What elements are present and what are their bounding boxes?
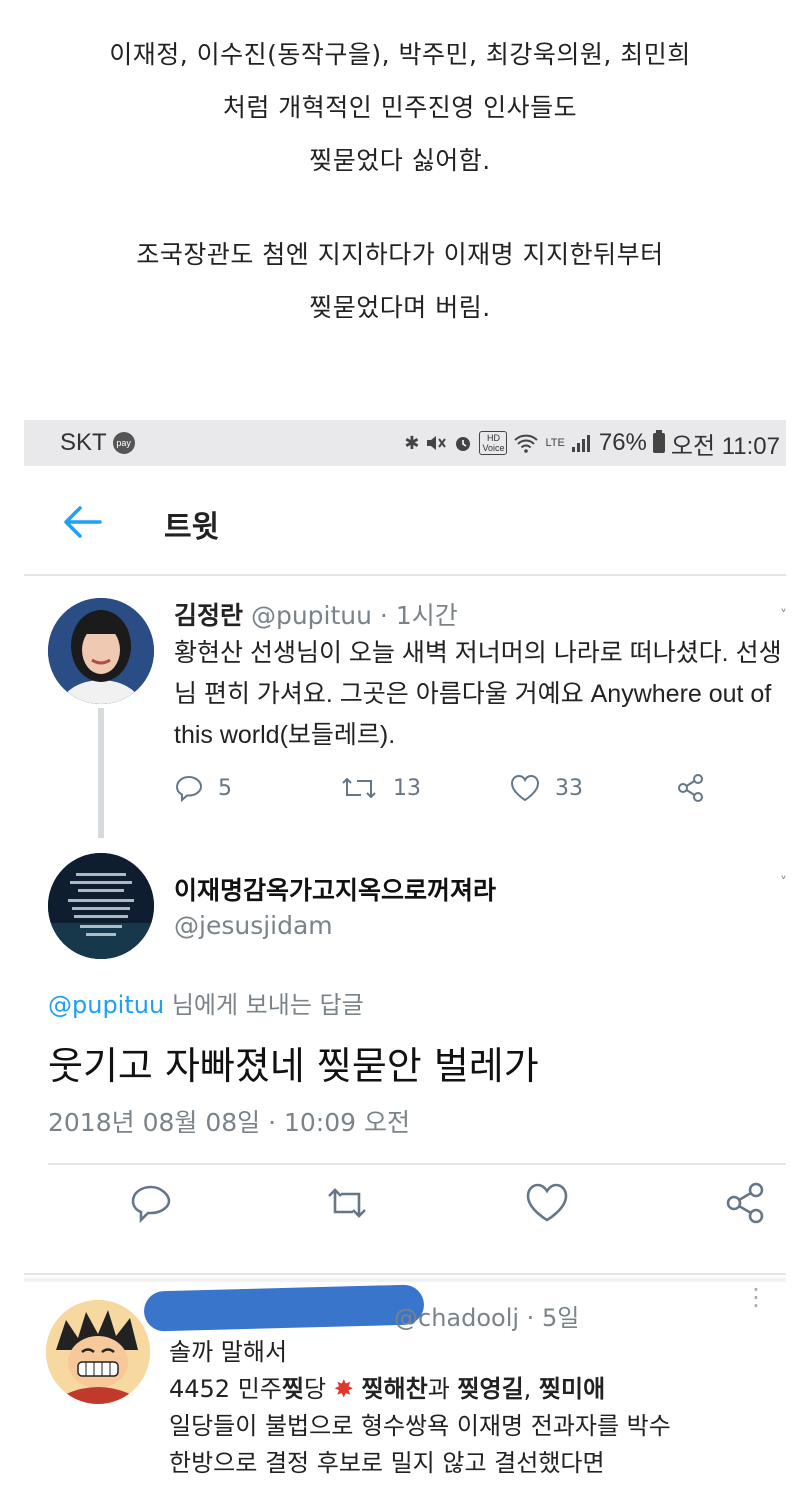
back-arrow-icon[interactable] [60, 502, 104, 542]
reply-suffix: 님에게 보내는 답글 [164, 991, 364, 1019]
tweet-line-2: 4452 민주찢당 ✸ 찢해찬과 찢영길, 찢미애 [169, 1371, 779, 1408]
status-icons: ✱ HD Voice LTE 76% 오전 11:07 [404, 426, 780, 461]
like-count: 33 [555, 775, 583, 801]
like-icon[interactable] [524, 1180, 570, 1226]
redaction-mark [143, 1284, 425, 1332]
line2-a: 4452 민주 [169, 1375, 282, 1403]
line2-g: 찢영길 [457, 1375, 524, 1403]
signal-icon [571, 433, 593, 453]
reply-icon[interactable] [128, 1180, 174, 1226]
battery-percent: 76% [598, 429, 647, 456]
share-icon[interactable] [723, 1180, 769, 1226]
line2-f: 과 [427, 1375, 458, 1403]
author-meta: @chadoolj · 5일 [394, 1304, 580, 1332]
app-header: 트윗 [24, 466, 786, 576]
pay-icon: pay [112, 432, 135, 454]
retweet-button[interactable]: 13 [339, 773, 421, 803]
retweet-icon [342, 777, 376, 799]
caption-line-1: 이재정, 이수진(동작구을), 박주민, 최강욱의원, 최민희 [109, 40, 691, 69]
like-icon [510, 774, 540, 802]
reply-button[interactable]: 5 [174, 773, 232, 803]
caption-line-2: 처럼 개혁적인 민주진영 인사들도 [222, 93, 578, 122]
tweet-line-4: 한방으로 결정 후보로 밀지 않고 결선했다면 [169, 1449, 605, 1477]
caption-line-3: 찢묻었다 싫어함. [309, 146, 491, 175]
line2-h: , [523, 1375, 539, 1403]
replying-to: @pupituu 님에게 보내는 답글 [48, 985, 364, 1020]
wifi-icon [513, 433, 539, 453]
more-icon[interactable]: ⋮ [744, 1285, 768, 1309]
alarm-icon [453, 433, 473, 453]
voice-label: Voice [482, 443, 505, 453]
clock: 오전 11:07 [670, 432, 780, 460]
original-tweet[interactable]: 김정란 @pupituu · 1시간 ˅ 황현산 선생님이 오늘 새벽 저너머의… [24, 578, 787, 843]
carrier-label: SKT [60, 429, 107, 456]
tweet-header: 김정란 @pupituu · 1시간 [174, 596, 458, 632]
avatar[interactable] [46, 1300, 150, 1404]
burst-emoji: ✸ [333, 1375, 354, 1403]
line2-i: 찢미애 [538, 1375, 606, 1403]
chevron-down-icon[interactable]: ˅ [780, 608, 790, 624]
tweet-line-3: 일당들이 불법으로 형수쌍욕 이재명 전과자를 박수 [169, 1412, 671, 1440]
bluetooth-icon: ✱ [404, 432, 420, 453]
tweet-actions [48, 1180, 786, 1230]
divider [48, 1163, 786, 1165]
thread-line [98, 708, 104, 838]
line2-c: 당 [303, 1375, 334, 1403]
caption: 이재정, 이수진(동작구을), 박주민, 최강욱의원, 최민희 처럼 개혁적인 … [0, 0, 800, 410]
tweet-line-1: 솔까 말해서 [169, 1338, 288, 1366]
hd-voice-icon: HD Voice [479, 431, 508, 455]
reply-tweet[interactable]: 이재명감옥가고지옥으로꺼져라 ˅ @jesusjidam @pupituu 님에… [24, 845, 787, 1275]
mute-icon [425, 433, 447, 453]
tweet-actions: 5 13 33 [174, 773, 734, 809]
hd-label: HD [486, 433, 500, 443]
author-name[interactable]: 김정란 [174, 601, 243, 630]
tweet-text: 솔까 말해서 4452 민주찢당 ✸ 찢해찬과 찢영길, 찢미애 일당들이 불법… [169, 1334, 779, 1482]
avatar[interactable] [48, 853, 154, 959]
caption-line-6: 찢묻었다며 버림. [309, 293, 491, 322]
carrier: SKT pay [60, 429, 135, 457]
line2-b: 찢 [281, 1375, 304, 1403]
tweet-timestamp: 2018년 08월 08일 · 10:09 오전 [48, 1108, 410, 1137]
caption-line-5: 조국장관도 첨엔 지지하다가 이재명 지지한뒤부터 [136, 240, 664, 269]
share-icon [678, 774, 703, 802]
battery-icon [652, 430, 665, 453]
lte-label: LTE [545, 437, 565, 449]
avatar[interactable] [48, 598, 154, 704]
author-handle: @jesusjidam [174, 911, 333, 940]
status-bar: SKT pay ✱ HD Voice LTE 76% 오전 11:07 [24, 420, 786, 466]
reply-icon [175, 775, 203, 803]
chevron-down-icon[interactable]: ˅ [780, 875, 790, 891]
reply-mention-link[interactable]: @pupituu [48, 991, 164, 1019]
timeline-tweet[interactable]: @chadoolj · 5일 ⋮ 솔까 말해서 4452 민주찢당 ✸ 찢해찬과… [24, 1282, 786, 1510]
reply-count: 5 [218, 775, 232, 801]
tweet-text: 황현산 선생님이 오늘 새벽 저너머의 나라로 떠나셨다. 선생님 편히 가셔요… [174, 639, 782, 749]
line2-e: 찢해찬 [361, 1375, 428, 1403]
author-meta: @pupituu · 1시간 [250, 601, 458, 630]
retweet-count: 13 [393, 775, 421, 801]
retweet-icon[interactable] [324, 1180, 370, 1226]
page-title: 트윗 [164, 510, 220, 545]
like-button[interactable]: 33 [509, 773, 583, 803]
tweet-text: 웃기고 자빠졌네 찢묻안 벌레가 [48, 1044, 539, 1088]
share-button[interactable] [676, 773, 706, 803]
author-name[interactable]: 이재명감옥가고지옥으로꺼져라 [174, 871, 496, 907]
